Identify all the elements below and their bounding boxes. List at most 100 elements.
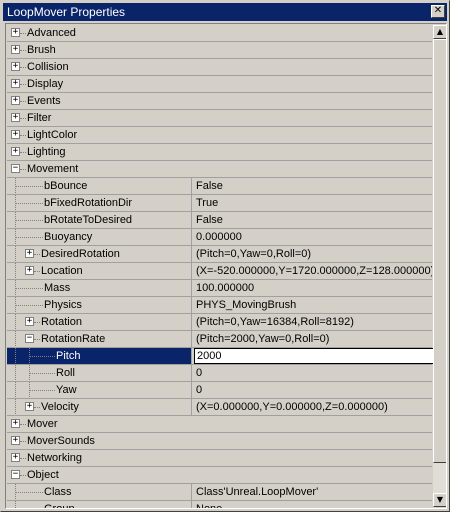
property-name-cell[interactable]: + Rotation xyxy=(7,314,192,330)
expand-icon[interactable]: + xyxy=(11,419,20,428)
property-name-cell[interactable]: bBounce xyxy=(7,178,192,194)
property-value[interactable]: (Pitch=2000,Yaw=0,Roll=0) xyxy=(196,331,432,347)
property-name-cell[interactable]: − Movement xyxy=(7,161,432,177)
property-name-cell[interactable]: + Lighting xyxy=(7,144,432,160)
property-name-cell[interactable]: bFixedRotationDir xyxy=(7,195,192,211)
property-row[interactable]: Class Class'Unreal.LoopMover' xyxy=(7,484,432,501)
property-name-cell[interactable]: + Events xyxy=(7,93,432,109)
property-value[interactable]: 0 xyxy=(196,382,432,398)
category-row[interactable]: + Lighting xyxy=(7,144,432,161)
property-name-cell[interactable]: + Display xyxy=(7,76,432,92)
property-name-cell[interactable]: + Location xyxy=(7,263,192,279)
property-name-cell[interactable]: + DesiredRotation xyxy=(7,246,192,262)
property-row[interactable]: − RotationRate (Pitch=2000,Yaw=0,Roll=0) xyxy=(7,331,432,348)
property-name-cell[interactable]: Buoyancy xyxy=(7,229,192,245)
category-row[interactable]: + LightColor xyxy=(7,127,432,144)
property-row[interactable]: bRotateToDesired False xyxy=(7,212,432,229)
expand-icon[interactable]: + xyxy=(11,453,20,462)
category-row[interactable]: − Movement xyxy=(7,161,432,178)
property-value[interactable]: (Pitch=0,Yaw=0,Roll=0) xyxy=(196,246,432,262)
expand-icon[interactable]: + xyxy=(11,113,20,122)
category-row[interactable]: + Brush xyxy=(7,42,432,59)
collapse-icon[interactable]: − xyxy=(25,334,34,343)
property-row[interactable]: Group None xyxy=(7,501,432,508)
category-row[interactable]: + Collision xyxy=(7,59,432,76)
property-name-cell[interactable]: bRotateToDesired xyxy=(7,212,192,228)
property-name-cell[interactable]: + MoverSounds xyxy=(7,433,432,449)
property-row[interactable]: Buoyancy 0.000000 xyxy=(7,229,432,246)
scroll-thumb[interactable] xyxy=(433,39,446,463)
property-name-cell[interactable]: + Velocity xyxy=(7,399,192,415)
expand-icon[interactable]: + xyxy=(25,266,34,275)
property-name-cell[interactable]: + Advanced xyxy=(7,25,432,41)
category-row[interactable]: + Mover xyxy=(7,416,432,433)
expand-icon[interactable]: + xyxy=(11,28,20,37)
property-name-cell[interactable]: + Networking xyxy=(7,450,432,466)
subproperty-row[interactable]: Roll 0 xyxy=(7,365,432,382)
property-name-cell[interactable]: + Filter xyxy=(7,110,432,126)
property-value[interactable]: (X=-520.000000,Y=1720.000000,Z=128.00000… xyxy=(196,263,432,279)
property-value[interactable]: None xyxy=(196,501,432,508)
value-edit-field[interactable]: 2000 xyxy=(194,348,434,364)
category-row[interactable]: + Advanced xyxy=(7,25,432,42)
property-row[interactable]: Mass 100.000000 xyxy=(7,280,432,297)
property-row[interactable]: + Location (X=-520.000000,Y=1720.000000,Z=… xyxy=(7,263,432,280)
collapse-icon[interactable]: − xyxy=(11,164,20,173)
category-row[interactable]: − Object xyxy=(7,467,432,484)
title-bar[interactable]: LoopMover Properties ✕ xyxy=(3,3,447,21)
property-name-cell[interactable]: Group xyxy=(7,501,192,508)
category-row[interactable]: + Events xyxy=(7,93,432,110)
category-row[interactable]: + Filter xyxy=(7,110,432,127)
vertical-scrollbar[interactable]: ▲ ▼ xyxy=(433,25,446,507)
property-name-cell[interactable]: + Mover xyxy=(7,416,432,432)
property-row[interactable]: + Velocity (X=0.000000,Y=0.000000,Z=0.0000… xyxy=(7,399,432,416)
collapse-icon[interactable]: − xyxy=(11,470,20,479)
property-name-cell[interactable]: + LightColor xyxy=(7,127,432,143)
category-row[interactable]: + Display xyxy=(7,76,432,93)
expand-icon[interactable]: + xyxy=(25,317,34,326)
property-name-cell[interactable]: Roll xyxy=(7,365,192,381)
property-value[interactable]: PHYS_MovingBrush xyxy=(196,297,432,313)
subproperty-row[interactable]: Yaw 0 xyxy=(7,382,432,399)
property-value[interactable]: 100.000000 xyxy=(196,280,432,296)
category-row[interactable]: + Networking xyxy=(7,450,432,467)
expand-icon[interactable]: + xyxy=(11,147,20,156)
tree-guide-line xyxy=(15,365,16,381)
property-value[interactable]: (X=0.000000,Y=0.000000,Z=0.000000) xyxy=(196,399,432,415)
property-name-cell[interactable]: Pitch xyxy=(7,348,192,364)
property-row[interactable]: + Rotation (Pitch=0,Yaw=16384,Roll=8192) xyxy=(7,314,432,331)
expand-icon[interactable]: + xyxy=(25,402,34,411)
scroll-down-button[interactable]: ▼ xyxy=(433,493,446,507)
property-name-cell[interactable]: − Object xyxy=(7,467,432,483)
property-value[interactable]: False xyxy=(196,212,432,228)
property-tree: + Advanced + Brush + Collision + Display + Events… xyxy=(5,23,447,509)
property-value[interactable]: True xyxy=(196,195,432,211)
expand-icon[interactable]: + xyxy=(11,79,20,88)
property-name-cell[interactable]: Physics xyxy=(7,297,192,313)
property-row[interactable]: Physics PHYS_MovingBrush xyxy=(7,297,432,314)
close-button[interactable]: ✕ xyxy=(431,5,445,18)
property-row[interactable]: bBounce False xyxy=(7,178,432,195)
property-name-cell[interactable]: Class xyxy=(7,484,192,500)
property-value[interactable]: False xyxy=(196,178,432,194)
property-name-cell[interactable]: Yaw xyxy=(7,382,192,398)
property-value[interactable]: 0 xyxy=(196,365,432,381)
property-row[interactable]: + DesiredRotation (Pitch=0,Yaw=0,Roll=0) xyxy=(7,246,432,263)
expand-icon[interactable]: + xyxy=(11,62,20,71)
expand-icon[interactable]: + xyxy=(11,436,20,445)
property-value[interactable]: 0.000000 xyxy=(196,229,432,245)
property-name-cell[interactable]: Mass xyxy=(7,280,192,296)
expand-icon[interactable]: + xyxy=(11,130,20,139)
subproperty-row[interactable]: Pitch 2000 xyxy=(7,348,434,365)
category-row[interactable]: + MoverSounds xyxy=(7,433,432,450)
expand-icon[interactable]: + xyxy=(11,96,20,105)
property-row[interactable]: bFixedRotationDir True xyxy=(7,195,432,212)
property-value[interactable]: Class'Unreal.LoopMover' xyxy=(196,484,432,500)
property-name-cell[interactable]: + Brush xyxy=(7,42,432,58)
property-value[interactable]: (Pitch=0,Yaw=16384,Roll=8192) xyxy=(196,314,432,330)
property-name-cell[interactable]: + Collision xyxy=(7,59,432,75)
expand-icon[interactable]: + xyxy=(11,45,20,54)
property-name-cell[interactable]: − RotationRate xyxy=(7,331,192,347)
expand-icon[interactable]: + xyxy=(25,249,34,258)
scroll-up-button[interactable]: ▲ xyxy=(433,25,446,39)
